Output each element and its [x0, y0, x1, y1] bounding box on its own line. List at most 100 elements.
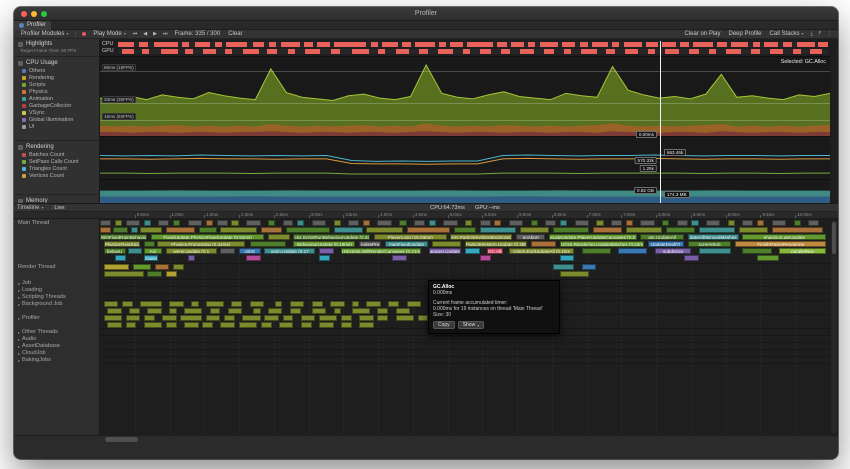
- first-frame-button[interactable]: ⏮: [131, 30, 140, 38]
- timeline-block[interactable]: [553, 227, 590, 233]
- frame-time-bar[interactable]: [225, 49, 232, 54]
- current-frame-button[interactable]: ⏭: [161, 30, 170, 38]
- rendering-legend-triangles-count[interactable]: Triangles Count: [22, 165, 99, 172]
- cpu-legend-global-illumination[interactable]: Global Illumination: [22, 116, 99, 123]
- timeline-block[interactable]: [115, 255, 126, 261]
- timeline-block[interactable]: [429, 220, 436, 226]
- frame-time-bar[interactable]: [305, 49, 319, 54]
- timeline-block[interactable]: FixedUpdate.PhysicsFixedUpdate (0.52ms): [151, 234, 264, 240]
- timeline-horizontal-scrollbar[interactable]: [14, 435, 838, 442]
- frame-time-bar[interactable]: [624, 42, 642, 47]
- titlebar[interactable]: Profiler: [14, 7, 838, 21]
- timeline-block[interactable]: subdivisio: [655, 248, 692, 254]
- timeline-block[interactable]: [739, 227, 768, 233]
- timeline-block[interactable]: [432, 241, 461, 247]
- frame-time-bar[interactable]: [203, 49, 216, 54]
- timeline-block[interactable]: [140, 227, 162, 233]
- timeline-block[interactable]: FinishFrameRendering: [735, 241, 826, 247]
- timeline-block[interactable]: [334, 227, 363, 233]
- thread-row-main-thread[interactable]: Main Thread: [14, 219, 99, 263]
- frame-time-bar[interactable]: [751, 49, 760, 54]
- timeline-block[interactable]: [480, 220, 491, 226]
- thread-row-bakingjobs[interactable]: ▸BakingJobs: [14, 356, 99, 363]
- frame-time-bar[interactable]: [520, 49, 534, 54]
- timeline-block[interactable]: screenBob: [688, 241, 732, 247]
- profiler-modules-dropdown[interactable]: Profiler Modules▾: [18, 30, 71, 38]
- frame-time-bar[interactable]: [581, 49, 597, 54]
- timeline-block[interactable]: [443, 220, 458, 226]
- timeline-block[interactable]: anim.Update (0.17: [264, 248, 315, 254]
- timeline-block[interactable]: [699, 227, 736, 233]
- timeline-block[interactable]: BehaviourUpdate (0.19ms): [293, 241, 355, 247]
- timeline-block[interactable]: UIEvents.WillRenderCanvases (0.21ms): [341, 248, 421, 254]
- frame-time-bar[interactable]: [689, 49, 699, 54]
- cpu-usage-chart[interactable]: Selected: GC.Alloc 66ms (15FPS)33ms (30F…: [100, 56, 830, 136]
- frame-time-bar[interactable]: [665, 49, 679, 54]
- frame-time-bar[interactable]: [195, 42, 211, 47]
- timeline-block[interactable]: Physics.Processing (0.44ms): [157, 241, 245, 247]
- clear-button[interactable]: Clear: [225, 30, 245, 38]
- timeline-block[interactable]: [126, 220, 141, 226]
- cpu-legend-physics[interactable]: Physics: [22, 88, 99, 95]
- thread-row-render-thread[interactable]: Render Thread: [14, 263, 99, 279]
- frame-time-bar[interactable]: [317, 42, 330, 47]
- timeline-vertical-scrollbar[interactable]: [831, 220, 837, 434]
- timeline-block[interactable]: [286, 227, 330, 233]
- timeline-block[interactable]: [757, 220, 764, 226]
- frame-time-bar[interactable]: [606, 49, 615, 54]
- timeline-block[interactable]: [297, 220, 304, 226]
- timeline-block[interactable]: [319, 248, 334, 254]
- selected-frame-line[interactable]: [660, 41, 661, 203]
- frame-time-bar[interactable]: [625, 49, 638, 54]
- thread-row-loading[interactable]: ▸Loading: [14, 286, 99, 293]
- timeline-block[interactable]: [283, 315, 294, 321]
- frame-time-bar[interactable]: [439, 42, 446, 47]
- frame-time-bar[interactable]: [288, 49, 295, 54]
- timeline-block[interactable]: [199, 227, 217, 233]
- timeline-block[interactable]: [158, 220, 169, 226]
- timeline-block[interactable]: wens.Update (0.1: [166, 248, 217, 254]
- timeline-block[interactable]: [465, 220, 472, 226]
- timeline-block[interactable]: [388, 301, 399, 307]
- frame-time-bar[interactable]: [281, 42, 299, 47]
- frame-time-bar[interactable]: [501, 49, 510, 54]
- rendering-legend-vertices-count[interactable]: Vertices Count: [22, 172, 99, 179]
- frame-time-bar[interactable]: [562, 42, 575, 47]
- timeline-block[interactable]: UpdateDepthT: [648, 241, 685, 247]
- timeline-block[interactable]: [377, 220, 392, 226]
- thread-row-cloudjob[interactable]: ▸CloudJob: [14, 349, 99, 356]
- timeline-block[interactable]: [104, 271, 144, 277]
- timeline-block[interactable]: [366, 227, 403, 233]
- call-stacks-dropdown[interactable]: Call Stacks▾: [767, 30, 807, 38]
- timeline-block[interactable]: [593, 227, 622, 233]
- frame-time-bar[interactable]: [269, 42, 276, 47]
- thread-row-profiler[interactable]: ▸Profiler: [14, 314, 99, 328]
- timeline-block[interactable]: [553, 264, 575, 270]
- timeline-block[interactable]: [348, 220, 359, 226]
- timeline-block[interactable]: [691, 220, 698, 226]
- frame-time-bar[interactable]: [646, 42, 657, 47]
- timeline-block[interactable]: [596, 220, 603, 226]
- frame-time-bar[interactable]: [371, 42, 378, 47]
- frame-time-bar[interactable]: [528, 42, 535, 47]
- frame-time-bar[interactable]: [122, 49, 133, 54]
- timeline-block[interactable]: [494, 220, 501, 226]
- rendering-legend-setpass-calls-count[interactable]: SetPass Calls Count: [22, 158, 99, 165]
- timeline-block[interactable]: [334, 220, 341, 226]
- timeline-block[interactable]: [115, 220, 122, 226]
- timeline-block[interactable]: [582, 264, 597, 270]
- timeline-block[interactable]: [808, 220, 819, 226]
- timeline-block[interactable]: [794, 220, 801, 226]
- timeline-block[interactable]: [352, 301, 359, 307]
- previous-frame-button[interactable]: ◀: [141, 30, 149, 38]
- load-profile-icon[interactable]: ⤒: [817, 30, 823, 38]
- frame-time-bar[interactable]: [580, 42, 589, 47]
- timeline-block[interactable]: [454, 227, 476, 233]
- frame-time-bar[interactable]: [419, 49, 428, 54]
- timeline-block[interactable]: [224, 315, 235, 321]
- timeline-block[interactable]: [104, 315, 122, 321]
- frame-time-bar[interactable]: [118, 42, 134, 47]
- thread-row-job[interactable]: ▸Job: [14, 279, 99, 286]
- cpu-legend-ui[interactable]: UI: [22, 123, 99, 130]
- timeline-block[interactable]: onAbort: [516, 234, 545, 240]
